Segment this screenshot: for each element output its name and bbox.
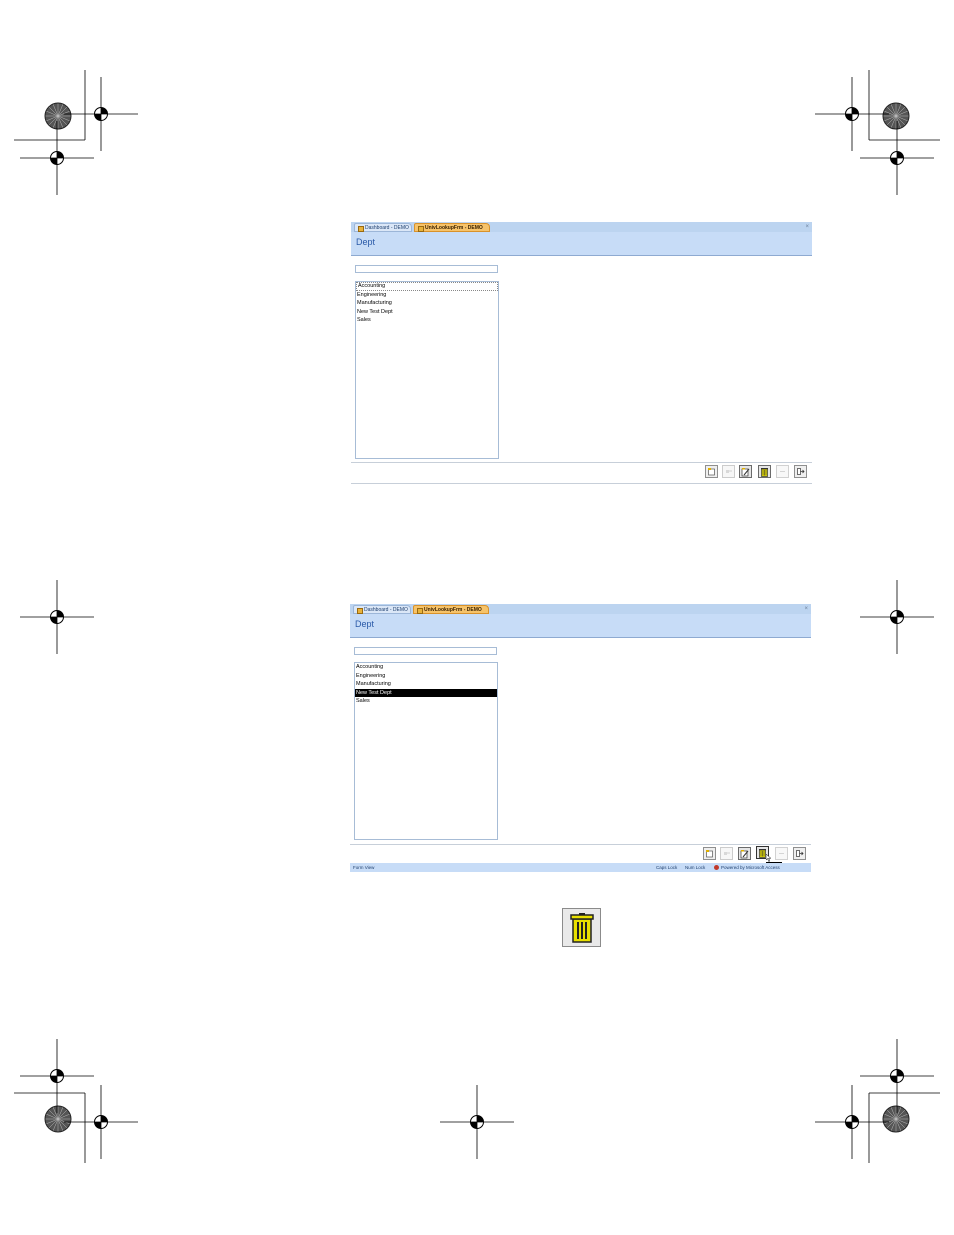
footer-divider bbox=[350, 844, 811, 845]
tab-label: UnivLookupFrm - DEMO bbox=[424, 607, 482, 613]
list-item[interactable]: New Test Dept bbox=[356, 308, 498, 317]
search-input[interactable] bbox=[354, 647, 497, 655]
new-record-button[interactable] bbox=[705, 465, 718, 478]
exit-form-button[interactable] bbox=[793, 847, 806, 860]
undo-record-icon bbox=[724, 852, 730, 855]
list-item-selected[interactable]: New Test Dept bbox=[355, 688, 497, 697]
document-tab-bar: Dashboard - DEMO UnivLookupFrm - DEMO × bbox=[350, 604, 811, 614]
status-caps-lock: Caps Lock bbox=[656, 865, 678, 870]
exit-form-icon bbox=[796, 850, 804, 857]
access-form-window: Dashboard - DEMO UnivLookupFrm - DEMO × … bbox=[351, 222, 812, 484]
search-input[interactable] bbox=[355, 265, 498, 273]
back-icon bbox=[779, 853, 784, 854]
list-item[interactable]: Accounting bbox=[356, 282, 498, 291]
back-button[interactable] bbox=[776, 465, 789, 478]
exit-form-icon bbox=[797, 468, 805, 475]
undo-record-button[interactable] bbox=[722, 465, 735, 478]
edit-record-icon bbox=[741, 467, 749, 476]
tab-label: Dashboard - DEMO bbox=[364, 607, 408, 613]
tab-dashboard[interactable]: Dashboard - DEMO bbox=[354, 223, 412, 232]
tab-univlookupfrm[interactable]: UnivLookupFrm - DEMO bbox=[413, 605, 489, 614]
close-icon[interactable]: × bbox=[805, 223, 809, 231]
dept-listbox[interactable]: Accounting Engineering Manufacturing New… bbox=[354, 662, 498, 840]
edit-record-button[interactable] bbox=[738, 847, 751, 860]
back-icon bbox=[780, 471, 785, 472]
back-button[interactable] bbox=[775, 847, 788, 860]
footer-divider bbox=[351, 462, 812, 463]
edit-record-button[interactable] bbox=[739, 465, 752, 478]
new-record-button[interactable] bbox=[703, 847, 716, 860]
undo-record-icon bbox=[726, 470, 732, 473]
list-item[interactable]: Engineering bbox=[355, 672, 497, 681]
close-icon[interactable]: × bbox=[804, 605, 808, 613]
tab-label: Dashboard - DEMO bbox=[365, 225, 409, 231]
access-form-window: Dashboard - DEMO UnivLookupFrm - DEMO × … bbox=[350, 604, 811, 872]
form-title: Dept bbox=[356, 237, 376, 247]
list-item[interactable]: Sales bbox=[355, 697, 497, 706]
list-item[interactable]: Accounting bbox=[355, 663, 497, 672]
mouse-cursor-icon bbox=[766, 854, 772, 862]
list-item[interactable]: Sales bbox=[356, 316, 498, 325]
form-header: Dept bbox=[350, 614, 811, 638]
list-item[interactable]: Manufacturing bbox=[356, 299, 498, 308]
list-item[interactable]: Manufacturing bbox=[355, 680, 497, 689]
form-header: Dept bbox=[351, 232, 812, 256]
status-num-lock: Num Lock bbox=[685, 865, 706, 870]
trash-icon bbox=[569, 912, 594, 943]
list-item[interactable]: Engineering bbox=[356, 291, 498, 300]
exit-form-button[interactable] bbox=[794, 465, 807, 478]
new-record-icon bbox=[708, 468, 715, 476]
new-record-icon bbox=[706, 850, 713, 858]
tab-dashboard[interactable]: Dashboard - DEMO bbox=[353, 605, 411, 614]
status-powered-by: Powered by Microsoft Access bbox=[721, 865, 780, 870]
status-view-mode: Form View bbox=[353, 865, 375, 870]
tab-label: UnivLookupFrm - DEMO bbox=[425, 225, 483, 231]
dept-listbox[interactable]: Accounting Engineering Manufacturing New… bbox=[355, 281, 499, 459]
document-tab-bar: Dashboard - DEMO UnivLookupFrm - DEMO × bbox=[351, 222, 812, 232]
tab-univlookupfrm[interactable]: UnivLookupFrm - DEMO bbox=[414, 223, 490, 232]
access-logo-icon bbox=[714, 865, 719, 870]
delete-record-button[interactable] bbox=[758, 465, 771, 478]
status-bar: Form View Caps Lock Num Lock Powered by … bbox=[350, 863, 811, 872]
delete-button-enlarged bbox=[562, 908, 601, 947]
form-title: Dept bbox=[355, 619, 375, 629]
edit-record-icon bbox=[740, 849, 748, 858]
trash-icon bbox=[761, 467, 768, 477]
undo-record-button[interactable] bbox=[720, 847, 733, 860]
footer-divider bbox=[351, 483, 812, 484]
